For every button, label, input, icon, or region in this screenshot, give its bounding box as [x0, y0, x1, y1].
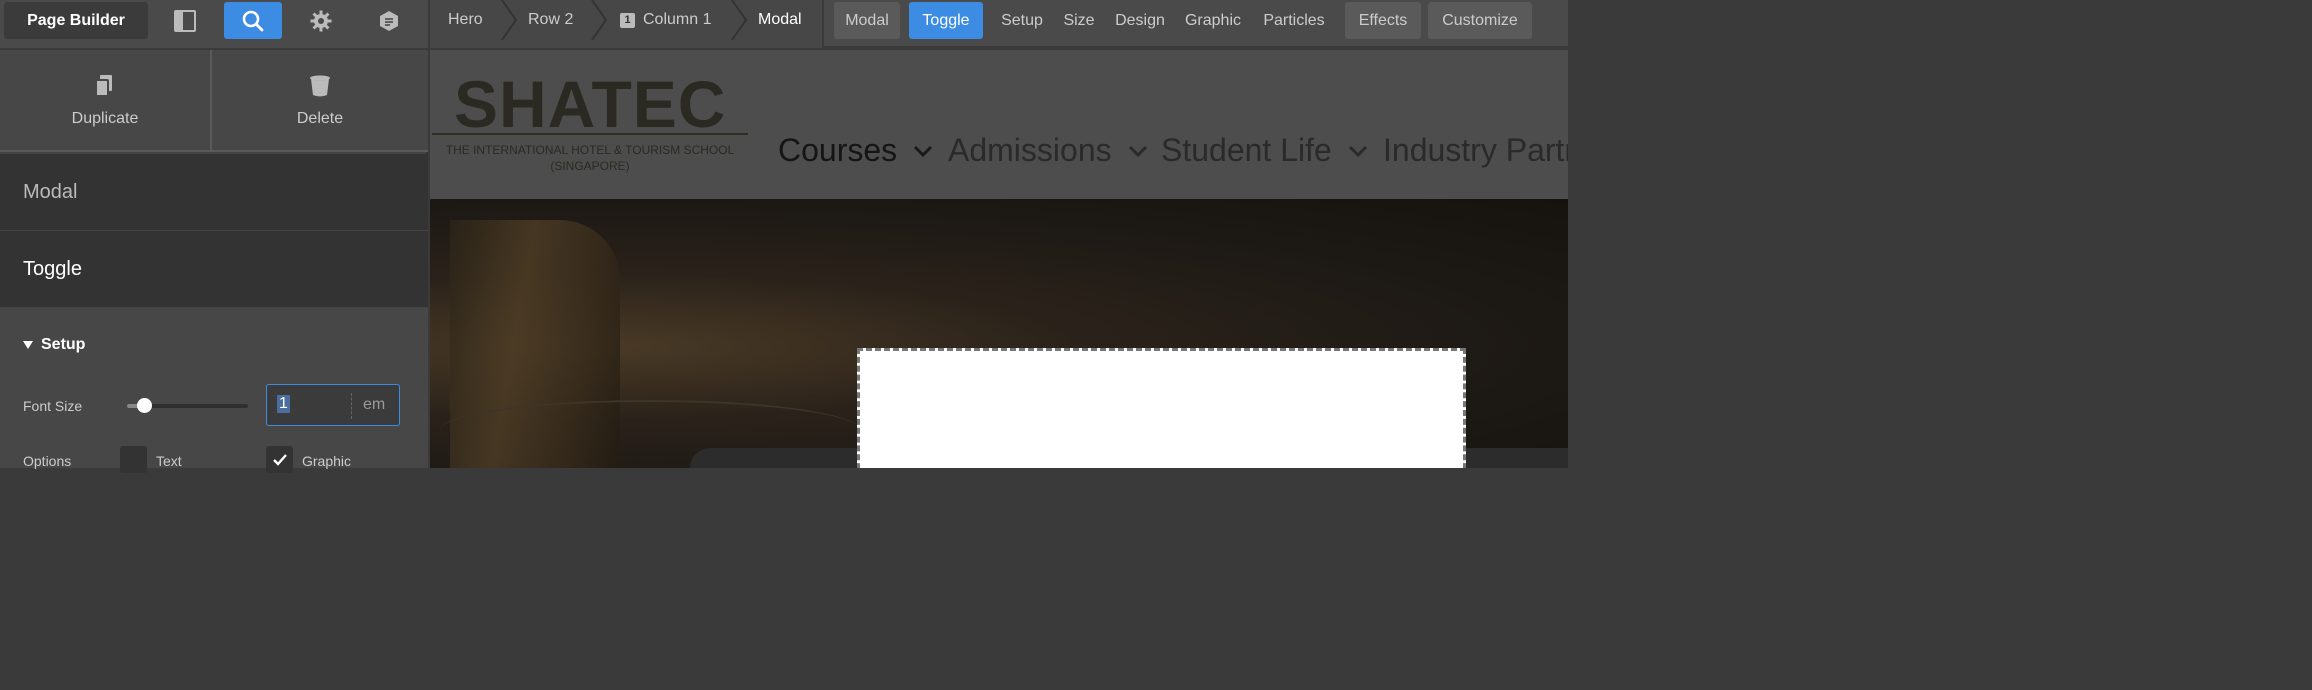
column-number-badge: 1: [620, 12, 635, 28]
font-size-unit[interactable]: em: [363, 396, 385, 414]
breadcrumb-row-2[interactable]: Row 2: [528, 0, 573, 40]
tab-effects[interactable]: Effects: [1345, 2, 1421, 39]
setup-title: Setup: [41, 336, 86, 353]
options-label: Options: [23, 453, 72, 469]
font-size-slider-handle[interactable]: [137, 398, 152, 413]
caret-down-icon: [23, 341, 33, 349]
duplicate-button[interactable]: Duplicate: [0, 50, 210, 152]
nav-student-life-label: Student Life: [1161, 132, 1332, 168]
font-size-label: Font Size: [23, 398, 83, 414]
chevron-down-icon: [914, 145, 933, 157]
tab-toggle[interactable]: Toggle: [909, 2, 983, 39]
delete-button[interactable]: Delete: [212, 50, 428, 152]
breadcrumb-modal[interactable]: Modal: [758, 0, 802, 40]
layout-panel-icon[interactable]: [156, 2, 214, 39]
logo-tagline: THE INTERNATIONAL HOTEL & TOURISM SCHOOL…: [432, 142, 748, 174]
gear-icon[interactable]: [292, 2, 350, 39]
site-header: SHATEC THE INTERNATIONAL HOTEL & TOURISM…: [430, 50, 1568, 199]
toolbar-left-group: Page Builder: [0, 0, 428, 48]
panel-section-toggle[interactable]: Toggle: [0, 231, 428, 308]
breadcrumb-column-1[interactable]: 1 Column 1: [620, 0, 711, 40]
text-option-checkbox[interactable]: [120, 446, 147, 473]
setup-section: Setup Font Size 1 em Options Text Graphi…: [0, 308, 428, 473]
page-builder-button[interactable]: Page Builder: [4, 2, 148, 39]
site-logo[interactable]: SHATEC: [454, 66, 726, 142]
graphic-option-label: Graphic: [302, 453, 352, 469]
breadcrumb-separator-icon: [591, 0, 608, 40]
top-toolbar: Page Builder Hero Row 2 1 Column 1 Modal…: [0, 0, 1568, 48]
chevron-down-icon: [1128, 145, 1147, 157]
font-size-input[interactable]: 1 em: [266, 384, 400, 426]
breadcrumb-separator-icon: [501, 0, 518, 40]
search-icon[interactable]: [224, 2, 282, 39]
logo-underline: [432, 133, 748, 135]
duplicate-icon: [95, 75, 112, 97]
nav-student-life[interactable]: Student Life: [1161, 132, 1368, 169]
tab-modal[interactable]: Modal: [834, 2, 900, 39]
page-preview-canvas[interactable]: SHATEC THE INTERNATIONAL HOTEL & TOURISM…: [430, 50, 1568, 468]
duplicate-label: Duplicate: [71, 110, 139, 127]
input-divider: [351, 393, 352, 419]
breadcrumb-column-label: Column 1: [643, 11, 712, 28]
tab-design[interactable]: Design: [1108, 2, 1172, 39]
nav-admissions-label: Admissions: [948, 132, 1112, 168]
trash-icon: [310, 75, 330, 97]
nav-admissions[interactable]: Admissions: [948, 132, 1148, 169]
tab-setup[interactable]: Setup: [994, 2, 1050, 39]
logo-tagline-line1: THE INTERNATIONAL HOTEL & TOURISM SCHOOL: [445, 143, 735, 157]
breadcrumb: Hero Row 2 1 Column 1 Modal: [428, 0, 824, 48]
tab-customize[interactable]: Customize: [1428, 2, 1532, 39]
breadcrumb-hero[interactable]: Hero: [448, 0, 483, 40]
text-option-label: Text: [156, 453, 182, 469]
nav-courses-label: Courses: [778, 132, 898, 168]
inspector-panel: Duplicate Delete Modal Toggle Setup Font…: [0, 50, 428, 473]
tab-graphic[interactable]: Graphic: [1178, 2, 1248, 39]
graphic-option-checkbox[interactable]: [266, 446, 293, 473]
font-size-value: 1: [277, 395, 290, 413]
breadcrumb-separator-icon: [731, 0, 748, 40]
logo-tagline-line2: (SINGAPORE): [550, 159, 630, 173]
tab-particles[interactable]: Particles: [1254, 2, 1334, 39]
chevron-down-icon: [1348, 145, 1367, 157]
modal-placeholder[interactable]: [857, 348, 1466, 468]
element-actions: Duplicate Delete: [0, 50, 428, 152]
delete-label: Delete: [296, 110, 344, 127]
nav-industry-partners[interactable]: Industry Partn: [1383, 132, 1568, 169]
checkmark-icon: [272, 453, 287, 466]
nav-courses[interactable]: Courses: [778, 132, 933, 169]
tab-size[interactable]: Size: [1054, 2, 1104, 39]
setup-header[interactable]: Setup: [23, 336, 85, 354]
nav-industry-label: Industry Partn: [1383, 132, 1568, 168]
notes-icon[interactable]: [360, 2, 418, 39]
panel-section-modal[interactable]: Modal: [0, 154, 428, 231]
